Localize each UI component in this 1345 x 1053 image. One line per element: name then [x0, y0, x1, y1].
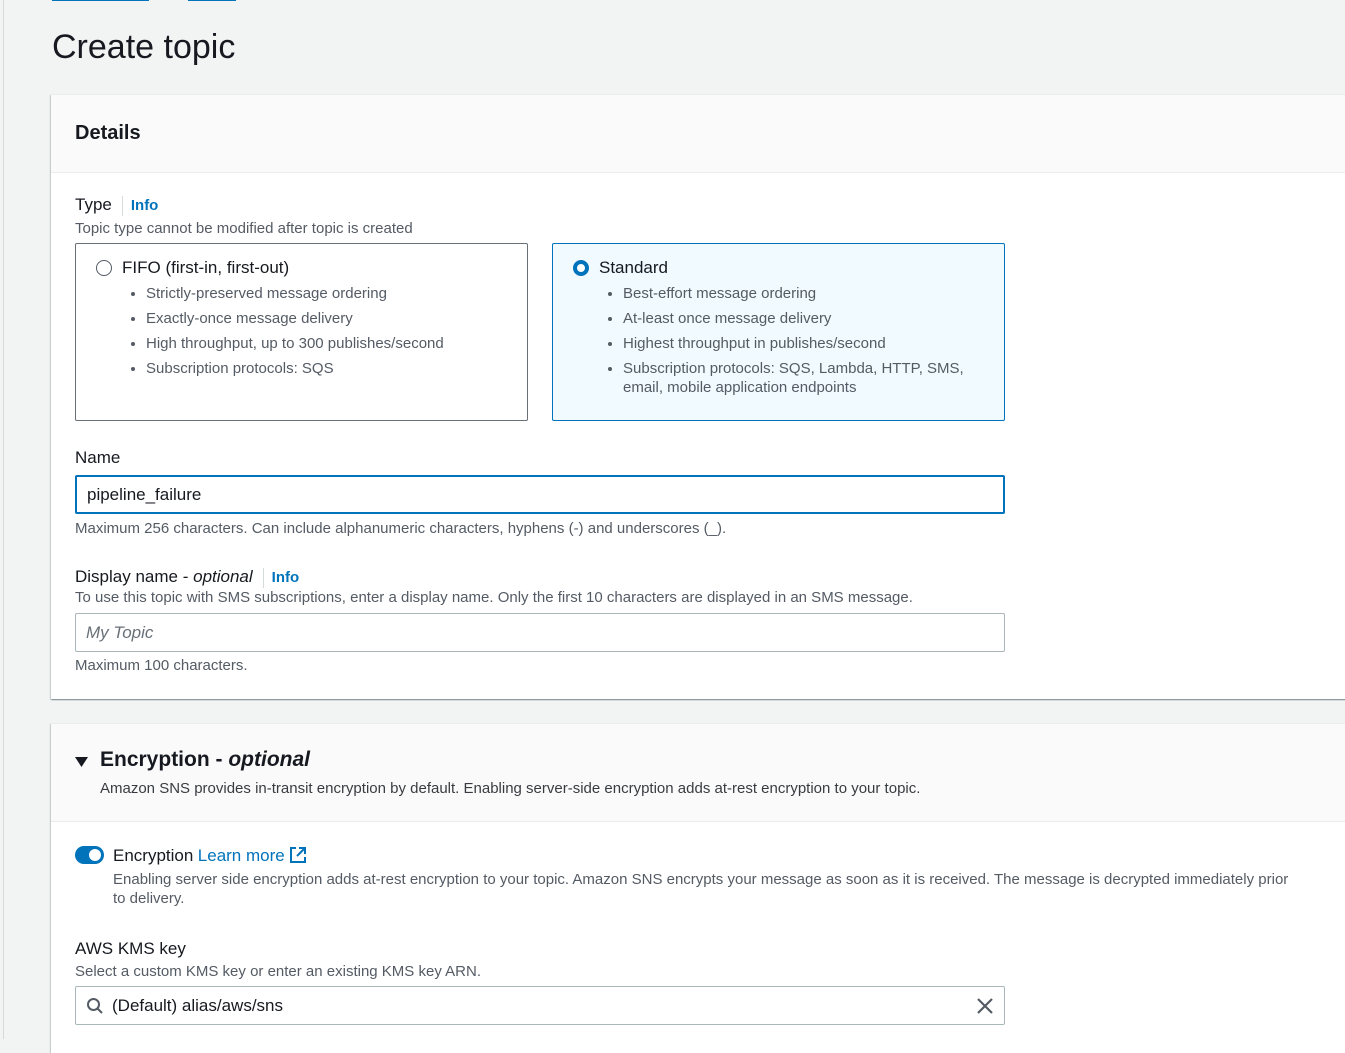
kms-key-description: Select a custom KMS key or enter an exis… — [75, 963, 481, 980]
name-constraint: Maximum 256 characters. Can include alph… — [75, 520, 727, 537]
type-label-row: Type Info — [75, 195, 158, 216]
details-heading: Details — [75, 122, 141, 144]
list-item: Subscription protocols: SQS, Lambda, HTT… — [623, 359, 964, 397]
list-item: Highest throughput in publishes/second — [623, 334, 964, 353]
encryption-panel: Encryption - optional Amazon SNS provide… — [51, 723, 1345, 1053]
left-rule — [3, 0, 4, 1039]
info-separator — [121, 195, 123, 216]
list-item: Best-effort message ordering — [623, 284, 964, 303]
type-option-standard[interactable]: Standard Best-effort message ordering At… — [552, 243, 1005, 421]
display-name-input[interactable]: My Topic — [75, 613, 1005, 652]
list-item: Exactly-once message delivery — [146, 309, 527, 328]
kms-key-input[interactable]: (Default) alias/aws/sns — [75, 986, 1005, 1025]
encryption-heading-optional: optional — [228, 748, 310, 771]
encryption-header[interactable]: Encryption - optional Amazon SNS provide… — [51, 724, 1345, 822]
list-item: Subscription protocols: SQS — [146, 359, 527, 378]
list-item: At-least once message delivery — [623, 309, 964, 328]
fifo-label: FIFO (first-in, first-out) — [122, 258, 290, 277]
display-name-label: Display name - — [75, 567, 194, 586]
standard-radio[interactable] — [573, 260, 589, 276]
display-name-info-link[interactable]: Info — [272, 569, 300, 586]
page-title: Create topic — [52, 28, 236, 66]
external-link-icon[interactable] — [289, 846, 307, 869]
fifo-bullets: Strictly-preserved message ordering Exac… — [96, 284, 527, 378]
encryption-heading: Encryption - — [100, 748, 229, 771]
info-separator — [262, 567, 264, 588]
name-input[interactable]: pipeline_failure — [75, 475, 1005, 514]
encryption-description: Amazon SNS provides in-transit encryptio… — [100, 780, 921, 797]
list-item: Strictly-preserved message ordering — [146, 284, 527, 303]
display-name-optional: optional — [193, 567, 253, 586]
type-label: Type — [75, 195, 112, 214]
standard-bullets: Best-effort message ordering At-least on… — [573, 284, 1004, 397]
standard-label: Standard — [599, 258, 668, 277]
kms-key-value: (Default) alias/aws/sns — [112, 995, 284, 1015]
fifo-radio[interactable] — [96, 260, 112, 276]
encryption-toggle-label-row: Encryption Learn more — [113, 846, 307, 869]
display-name-placeholder: My Topic — [86, 622, 154, 642]
type-option-fifo[interactable]: FIFO (first-in, first-out) Strictly-pres… — [75, 243, 528, 421]
close-icon[interactable] — [976, 997, 994, 1015]
caret-down-icon[interactable] — [75, 755, 88, 773]
name-input-value: pipeline_failure — [87, 484, 202, 504]
kms-key-label: AWS KMS key — [75, 939, 186, 958]
breadcrumb-link-topics[interactable] — [188, 0, 236, 1]
learn-more-link[interactable]: Learn more — [198, 846, 285, 865]
display-name-description: To use this topic with SMS subscriptions… — [75, 589, 913, 606]
display-name-constraint: Maximum 100 characters. — [75, 657, 248, 674]
search-icon — [86, 997, 104, 1015]
details-header: Details — [51, 95, 1345, 173]
type-info-link[interactable]: Info — [131, 197, 159, 214]
display-name-label-row: Display name - optional Info — [75, 567, 299, 588]
name-label: Name — [75, 448, 121, 467]
type-description: Topic type cannot be modified after topi… — [75, 220, 413, 237]
breadcrumb-link-sns[interactable] — [52, 0, 149, 1]
list-item: High throughput, up to 300 publishes/sec… — [146, 334, 527, 353]
encryption-toggle-description: Enabling server side encryption adds at-… — [113, 871, 1289, 907]
encryption-toggle[interactable] — [75, 846, 104, 864]
encryption-toggle-label: Encryption — [113, 846, 194, 865]
details-panel: Details Type Info Topic type cannot be mo… — [51, 94, 1345, 699]
